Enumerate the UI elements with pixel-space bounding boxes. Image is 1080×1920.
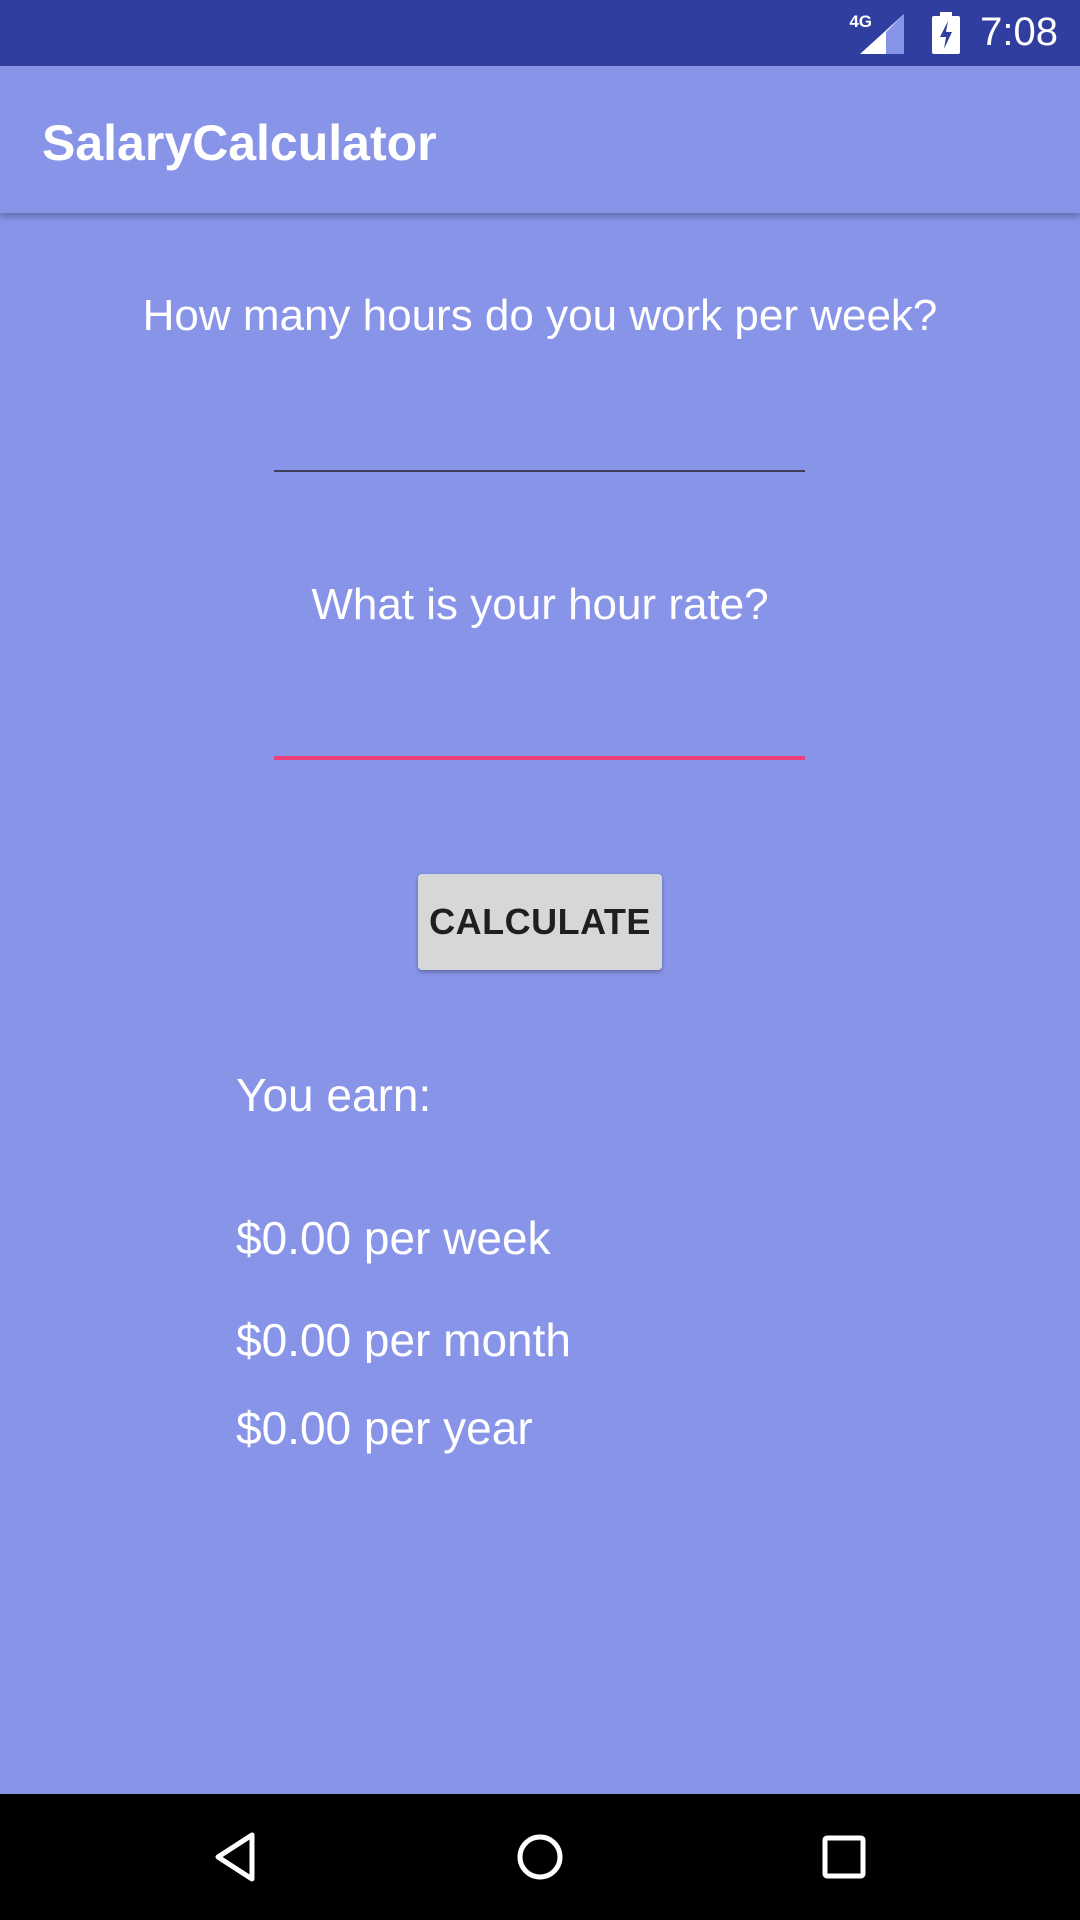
hours-input-underline bbox=[274, 470, 805, 472]
navigation-bar bbox=[0, 1794, 1080, 1920]
earnings-per-month: $0.00 per month bbox=[236, 1314, 572, 1363]
rate-question-label: What is your hour rate? bbox=[311, 580, 769, 629]
earnings-label: You earn: bbox=[236, 1069, 432, 1121]
earnings-per-week: $0.00 per week bbox=[236, 1212, 551, 1264]
hours-question-label: How many hours do you work per week? bbox=[142, 291, 938, 340]
calculate-button[interactable]: CALCULATE bbox=[418, 874, 662, 970]
main-content: How many hours do you work per week? Wha… bbox=[0, 213, 1080, 1794]
back-icon[interactable] bbox=[208, 1829, 264, 1885]
earnings-per-year: $0.00 per year bbox=[236, 1402, 533, 1454]
rate-input[interactable] bbox=[274, 693, 805, 753]
status-time: 7:08 bbox=[980, 10, 1058, 54]
hours-input[interactable] bbox=[274, 408, 805, 468]
rate-input-underline bbox=[274, 756, 805, 760]
home-icon[interactable] bbox=[512, 1829, 568, 1885]
app-bar: SalaryCalculator bbox=[0, 66, 1080, 213]
signal-icon bbox=[860, 14, 904, 54]
app-title: SalaryCalculator bbox=[42, 115, 437, 171]
status-bar: 4G 7:08 bbox=[0, 0, 1080, 66]
recent-apps-icon[interactable] bbox=[816, 1829, 872, 1885]
battery-charging-icon bbox=[932, 12, 960, 54]
